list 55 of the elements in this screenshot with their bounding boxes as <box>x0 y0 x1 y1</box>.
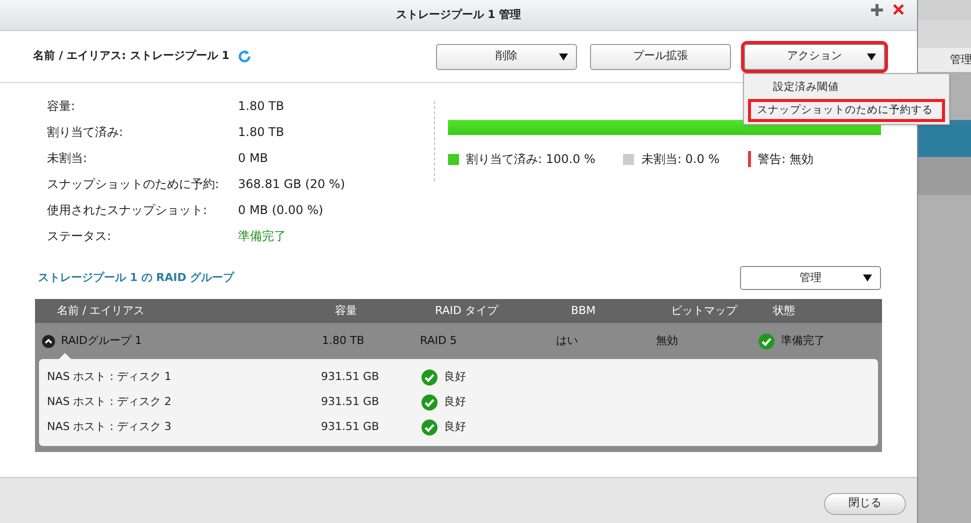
toolbar-button[interactable]: 削除 <box>436 44 577 70</box>
toolbar-button[interactable]: プール拡張 <box>590 44 731 70</box>
check-icon <box>421 369 438 386</box>
window-title: ストレージプール 1 管理 <box>396 6 522 23</box>
column-header: 容量 <box>335 302 358 319</box>
legend-label: 警告: 無効 <box>758 151 814 168</box>
close-icon[interactable] <box>893 4 904 15</box>
column-header: 名前 / エイリアス <box>57 302 146 319</box>
collapse-icon[interactable] <box>42 334 55 348</box>
pool-name-label: 名前 / エイリアス: ストレージプール 1 <box>33 48 230 64</box>
table-cell-text: 1.80 TB <box>321 332 366 349</box>
column-header: RAID タイプ <box>435 302 500 319</box>
info-value: 0 MB (0.00 %) <box>238 202 324 218</box>
info-value: 0 MB <box>238 150 268 166</box>
info-label: ステータス: <box>47 228 112 244</box>
info-value: 1.80 TB <box>238 124 284 140</box>
column-header: 状態 <box>773 302 796 319</box>
table-cell-text: はい <box>556 332 579 349</box>
table-cell-text: 931.51 GB <box>321 369 380 386</box>
info-label: スナップショットのために予約: <box>47 176 220 192</box>
check-icon <box>421 394 438 411</box>
check-icon <box>421 419 438 436</box>
raid-group-row[interactable]: RAIDグループ 1 1.80 TB RAID 5 はい 無効 準備完了 <box>35 323 882 359</box>
refresh-icon[interactable] <box>237 49 252 64</box>
info-value: 準備完了 <box>238 228 286 244</box>
background-row <box>918 157 971 195</box>
menu-item[interactable]: スナップショットのために予約する <box>748 99 945 122</box>
manage-dropdown[interactable]: 管理 <box>740 266 881 290</box>
table-cell-text: 931.51 GB <box>321 394 380 410</box>
column-header: BBM <box>571 302 597 319</box>
table-cell-text: 良好 <box>444 369 466 386</box>
info-label: 未割当: <box>47 150 88 166</box>
caret-icon <box>863 274 872 282</box>
table-cell-text: 準備完了 <box>781 332 825 349</box>
info-label: 使用されたスナップショット: <box>47 202 208 218</box>
legend-label: 未割当: 0.0 % <box>641 151 720 168</box>
section-title: ストレージプール 1 の RAID グループ <box>38 270 234 286</box>
table-cell-text: 良好 <box>444 419 466 436</box>
column-header: ビットマップ <box>671 302 738 319</box>
table-cell-text: 良好 <box>444 394 466 410</box>
legend-label: 割り当て済み: 100.0 % <box>466 151 596 168</box>
menu-item[interactable]: 設定済み閾値 <box>744 76 949 99</box>
close-button[interactable]: 閉じる <box>824 492 906 514</box>
table-cell-text: RAIDグループ 1 <box>61 332 142 349</box>
table-cell-text: 無効 <box>656 332 679 349</box>
info-value: 368.81 GB (20 %) <box>238 176 345 192</box>
add-icon[interactable] <box>871 4 883 16</box>
check-icon <box>758 332 775 350</box>
table-cell-text: RAID 5 <box>420 332 458 349</box>
info-label: 割り当て済み: <box>47 124 124 140</box>
table-cell-text: 931.51 GB <box>321 419 380 436</box>
info-label: 容量: <box>47 98 76 114</box>
info-value: 1.80 TB <box>238 98 284 114</box>
background-selected-row <box>918 120 971 157</box>
background-toolbar <box>918 20 971 48</box>
